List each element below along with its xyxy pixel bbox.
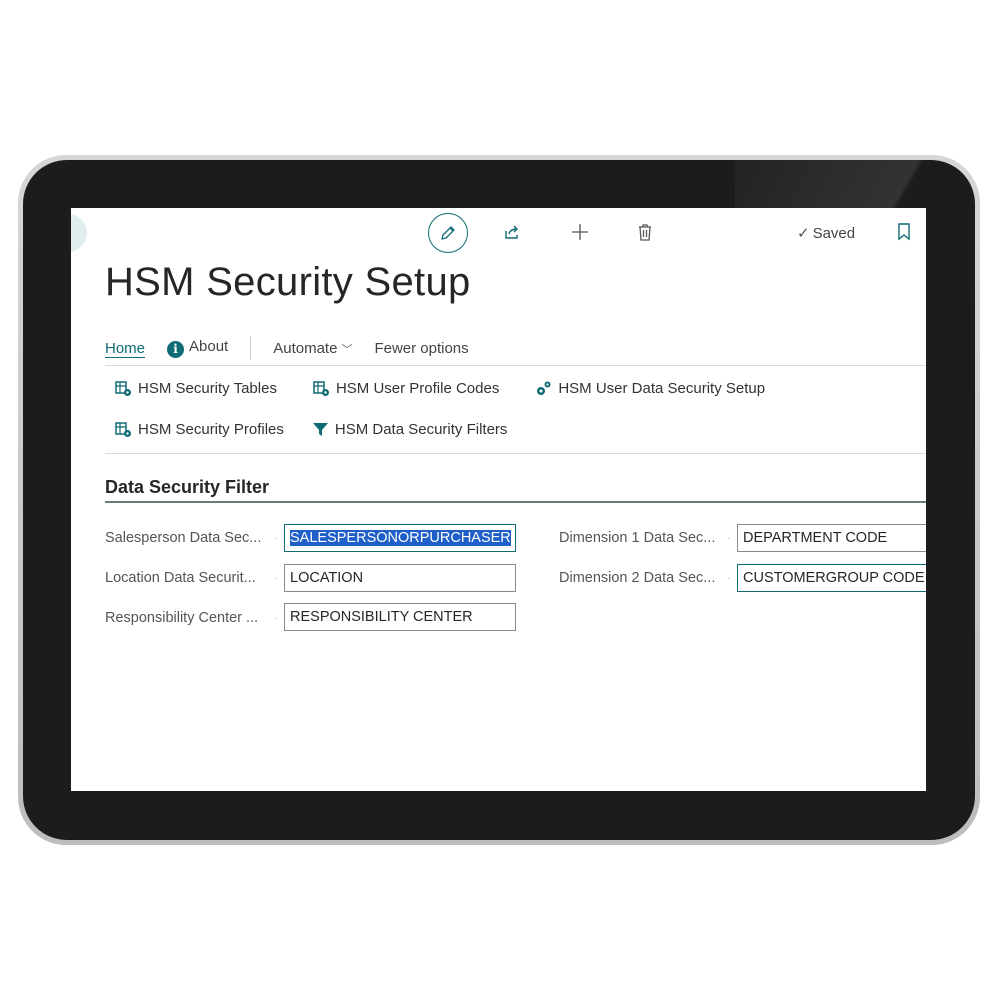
tab-about[interactable]: i About (167, 338, 228, 358)
share-button[interactable] (496, 216, 528, 248)
tab-fewer-options[interactable]: Fewer options (374, 340, 468, 357)
gears-icon (537, 381, 551, 395)
chevron-down-icon: ﹀ (341, 343, 353, 356)
share-icon (505, 225, 518, 239)
divider (105, 453, 926, 454)
action-tabs: Home i About Automate ﹀ Fewer options (105, 336, 491, 360)
trash-icon (639, 224, 651, 241)
bookmark-button[interactable] (888, 216, 920, 248)
location-label: Location Data Securit... (105, 570, 256, 586)
tab-automate[interactable]: Automate ﹀ (273, 340, 352, 357)
table-gear-icon (115, 381, 131, 396)
field-dot: · (274, 573, 278, 584)
info-icon: i (167, 340, 185, 358)
field-dot: · (727, 573, 731, 584)
dimension1-label: Dimension 1 Data Sec... (559, 530, 716, 546)
table-gear-icon (115, 422, 131, 437)
bookmark-icon (898, 223, 910, 241)
new-button[interactable] (564, 216, 596, 248)
field-dot: · (274, 533, 278, 544)
action-user-data-security-setup[interactable]: HSM User Data Security Setup (535, 380, 765, 397)
action-row-1: HSM Security Tables HSM User Profile Cod… (115, 380, 801, 397)
salesperson-label: Salesperson Data Sec... (105, 530, 262, 546)
action-security-profiles[interactable]: HSM Security Profiles (115, 421, 284, 438)
action-data-security-filters[interactable]: HSM Data Security Filters (312, 421, 507, 438)
app-screen: ✓ Saved HSM Security Setup Home i About Au… (71, 208, 926, 791)
divider (105, 365, 926, 366)
dimension2-field[interactable]: CUSTOMERGROUP CODE (737, 564, 926, 592)
page-title: HSM Security Setup (105, 260, 471, 304)
pencil-icon (441, 226, 455, 240)
checkmark-icon: ✓ (797, 225, 810, 242)
responsibility-field[interactable]: RESPONSIBILITY CENTER (284, 603, 516, 631)
plus-icon (572, 224, 588, 240)
delete-button[interactable] (629, 216, 661, 248)
edit-button[interactable] (428, 213, 468, 253)
action-row-2: HSM Security Profiles HSM Data Security … (115, 421, 543, 438)
dimension2-label: Dimension 2 Data Sec... (559, 570, 716, 586)
filter-icon (312, 423, 328, 436)
field-dot: · (727, 533, 731, 544)
table-gear-icon (313, 381, 329, 396)
responsibility-label: Responsibility Center ... (105, 610, 259, 626)
action-security-tables[interactable]: HSM Security Tables (115, 380, 277, 397)
tab-separator (250, 336, 252, 360)
action-user-profile-codes[interactable]: HSM User Profile Codes (313, 380, 499, 397)
field-dot: · (274, 613, 278, 624)
salesperson-field[interactable]: SALESPERSONORPURCHASER (284, 524, 516, 552)
saved-status: ✓ Saved (797, 225, 856, 242)
section-title: Data Security Filter (105, 477, 270, 497)
section-underline (105, 501, 926, 503)
top-toolbar: ✓ Saved (71, 208, 926, 256)
dimension1-field[interactable]: DEPARTMENT CODE (737, 524, 926, 552)
tab-home[interactable]: Home (105, 340, 145, 357)
location-field[interactable]: LOCATION (284, 564, 516, 592)
